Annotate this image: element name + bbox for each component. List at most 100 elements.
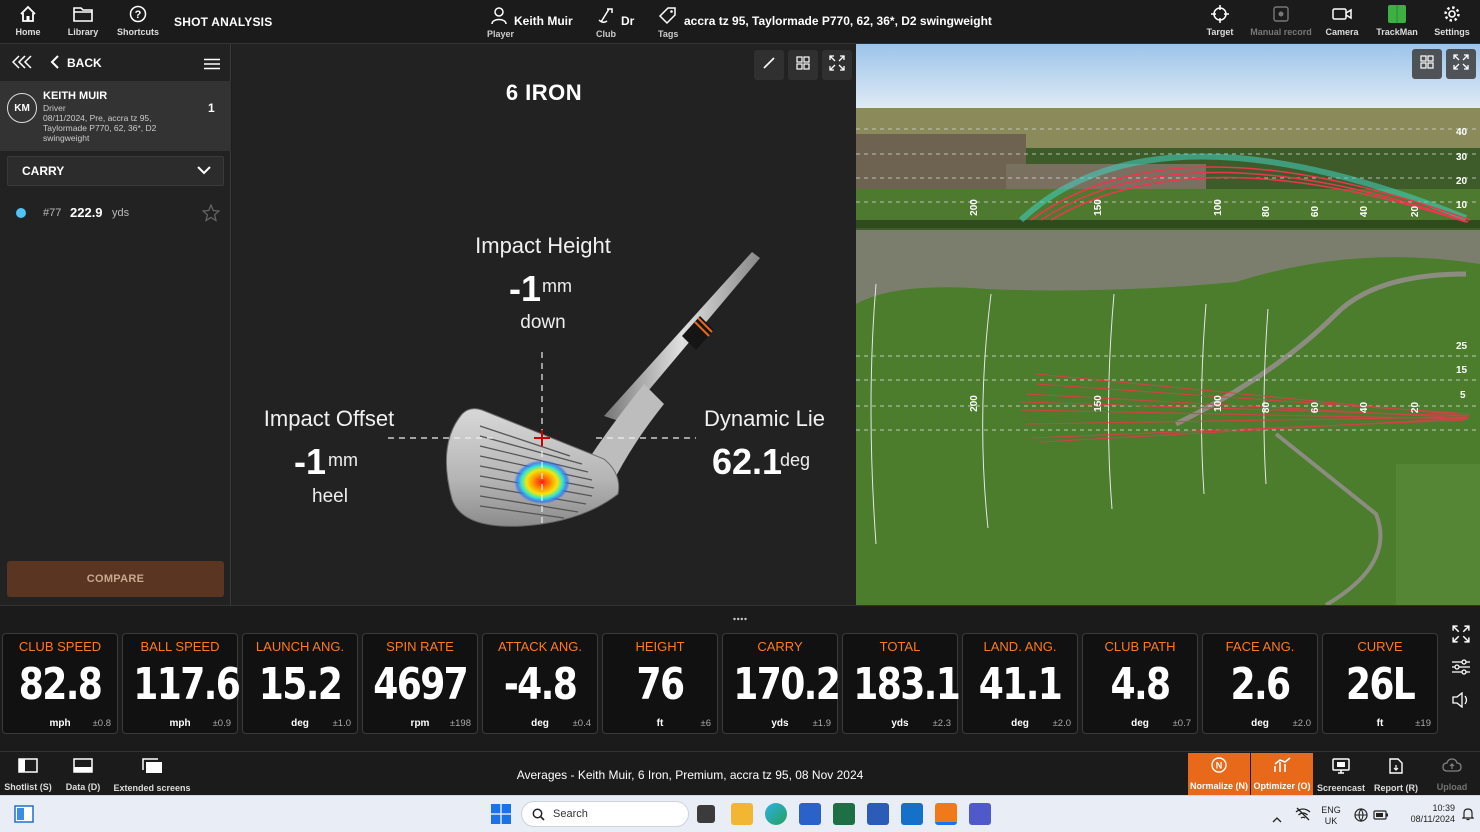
settings-button[interactable]: Settings [1434,4,1470,42]
report-button[interactable]: Report (R) [1373,758,1419,794]
metric-tile-ball-speed[interactable]: BALL SPEED 117.6 mph ±0.9 [122,633,241,734]
metric-deviation: ±19 [1415,718,1431,729]
layout-button[interactable] [788,50,818,80]
metric-tile-height[interactable]: HEIGHT 76 ft ±6 [602,633,718,734]
home-button[interactable]: Home [12,4,44,42]
file-explorer-icon[interactable] [731,803,753,825]
bar-chart-icon [1273,757,1291,778]
shot-list-item[interactable]: #77 222.9 yds [0,200,231,226]
player-icon [490,6,508,31]
metric-tile-spin-rate[interactable]: SPIN RATE 4697 rpm ±198 [362,633,478,734]
normalize-button[interactable]: N Normalize (N) [1188,753,1250,795]
metric-deviation: ±0.8 [92,718,111,729]
extended-screens-button[interactable]: Extended screens [112,758,192,794]
dynamic-lie-label: Dynamic Lie [703,406,826,431]
menu-icon[interactable] [204,57,220,75]
metric-tile-total[interactable]: TOTAL 183.1 yds ±2.3 [842,633,961,734]
trackman-button[interactable]: TrackMan [1376,4,1418,42]
metric-tile-curve[interactable]: CURVE 26L ft ±19 [1322,633,1438,734]
record-icon [1271,4,1291,24]
windows-start-icon[interactable] [491,804,511,829]
shortcuts-button[interactable]: ? Shortcuts [116,4,160,42]
range-fullscreen-button[interactable] [1446,49,1476,79]
metric-tile-landing-angle[interactable]: LAND. ANG. 41.1 deg ±2.0 [962,633,1078,734]
language-indicator[interactable]: ENG UK [1318,805,1344,827]
taskbar-search[interactable]: Search [521,801,689,827]
sliders-icon[interactable] [1452,659,1470,680]
gear-icon [1442,4,1462,24]
help-icon: ? [128,4,148,24]
range-layout-button[interactable] [1412,49,1442,79]
back-button[interactable]: BACK [67,56,102,70]
fullscreen-button[interactable] [822,50,852,80]
task-view-icon[interactable] [697,805,715,823]
compare-button[interactable]: COMPARE [7,561,224,597]
metric-name: CLUB SPEED [18,639,102,654]
metric-tile-launch-angle[interactable]: LAUNCH ANG. 15.2 deg ±1.0 [242,633,358,734]
metric-deviation: ±1.0 [332,718,351,729]
data-button[interactable]: Data (D) [64,758,102,794]
store-icon[interactable] [799,803,821,825]
metric-name: HEIGHT [635,639,685,654]
club-selector[interactable]: Dr Club [596,6,634,39]
range-view[interactable]: 40 30 20 10 200 150 100 80 60 40 20 25 1… [856,44,1480,605]
side-distance-label: 100 [1212,199,1224,216]
expand-icon [829,54,845,76]
screens-icon [141,758,163,779]
widgets-icon[interactable] [14,805,34,828]
tags-selector[interactable]: accra tz 95, Taylormade P770, 62, 36*, D… [658,6,992,39]
top-scale-label: 25 [1456,341,1468,352]
top-distance-label: 60 [1310,401,1322,414]
screencast-button[interactable]: Screencast [1316,758,1366,794]
side-scale-label: 20 [1456,176,1468,187]
speaker-icon[interactable] [1452,691,1470,713]
home-icon [18,4,38,24]
averages-summary: Averages - Keith Muir, 6 Iron, Premium, … [516,768,864,782]
impact-view: 6 IRON Impact Height -1 mm down Impact O… [232,44,856,605]
metrics-expand-icon[interactable] [1452,625,1470,648]
grid-icon [1420,54,1434,74]
metric-name: ATTACK ANG. [497,639,583,654]
upload-button[interactable]: Upload [1434,758,1470,794]
player-selector[interactable]: Keith Muir Player [487,6,573,39]
drag-handle-icon[interactable] [733,608,747,626]
clock[interactable]: 10:39 08/11/2024 [1393,803,1455,825]
expand-icon [1453,53,1469,75]
shotlist-button[interactable]: Shotlist (S) [4,758,52,794]
optimizer-button[interactable]: Optimizer (O) [1251,753,1313,795]
metric-tile-club-path[interactable]: CLUB PATH 4.8 deg ±0.7 [1082,633,1198,734]
collapse-panel-icon[interactable] [11,55,32,74]
report-icon [1389,758,1403,779]
edge-icon[interactable] [765,803,787,825]
camera-button[interactable]: Camera [1324,4,1360,42]
word-icon[interactable] [867,803,889,825]
globe-icon[interactable] [1354,808,1368,827]
metric-name: BALL SPEED [140,639,220,654]
excel-icon[interactable] [833,803,855,825]
star-icon[interactable] [201,203,221,227]
metric-value: 41.1 [978,659,1063,710]
teams-icon[interactable] [969,803,991,825]
manual-record-button[interactable]: Manual record [1250,4,1312,42]
crosshair-icon [1210,4,1230,24]
outlook-icon[interactable] [901,803,923,825]
metric-tile-attack-angle[interactable]: ATTACK ANG. -4.8 deg ±0.4 [482,633,598,734]
metric-dropdown[interactable]: CARRY [7,156,224,186]
library-button[interactable]: Library [66,4,100,42]
draw-tool-button[interactable] [754,50,784,80]
side-distance-label: 60 [1310,205,1322,218]
metric-tile-club-speed[interactable]: CLUB SPEED 82.8 mph ±0.8 [2,633,118,734]
chevron-up-icon[interactable] [1272,810,1282,828]
metric-tile-carry[interactable]: CARRY 170.2 yds ±1.9 [722,633,841,734]
target-button[interactable]: Target [1204,4,1236,42]
back-chevron-icon[interactable] [50,55,60,74]
cloud-upload-icon [1442,758,1462,778]
tps-app-icon[interactable] [935,803,957,825]
dynamic-lie-unit: deg [780,450,811,470]
network-off-icon[interactable] [1295,807,1311,826]
battery-icon[interactable] [1373,808,1389,826]
metric-tile-face-angle[interactable]: FACE ANG. 2.6 deg ±2.0 [1202,633,1318,734]
metric-dropdown-value: CARRY [22,164,65,178]
notification-bell-icon[interactable] [1461,807,1475,826]
player-card[interactable]: KM KEITH MUIR Driver 08/11/2024, Pre, ac… [0,81,231,151]
